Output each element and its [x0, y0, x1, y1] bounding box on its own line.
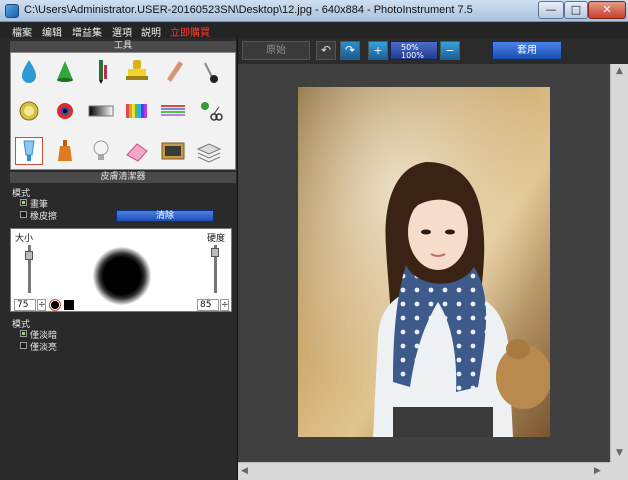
scroll-right-icon[interactable]: ▶	[594, 466, 601, 476]
minimize-button[interactable]: —	[538, 1, 564, 19]
hardness-spin-icon[interactable]: ÷	[220, 299, 229, 311]
portrait-photo	[298, 87, 550, 437]
water-drop-icon[interactable]	[15, 57, 43, 85]
eye-icon[interactable]	[51, 97, 79, 125]
menu-options[interactable]: 選項	[112, 24, 132, 39]
palette-stripes-icon[interactable]	[159, 97, 187, 125]
vase-icon[interactable]	[51, 137, 79, 165]
zoom-in-icon[interactable]: +	[368, 41, 388, 60]
brush-mode-radio[interactable]	[20, 199, 27, 206]
undo-icon[interactable]: ↶	[316, 41, 336, 60]
nail-file-icon[interactable]	[159, 57, 187, 85]
mode2-label: 模式	[12, 320, 31, 330]
zoom-preset-control[interactable]: 50% 100%	[390, 41, 438, 60]
tools-grid	[10, 52, 236, 170]
eraser-mode-radio[interactable]	[20, 211, 27, 218]
zoom-out-icon[interactable]: −	[440, 41, 460, 60]
pencil-brush-icon[interactable]	[87, 57, 115, 85]
menu-help[interactable]: 説明	[141, 24, 161, 39]
cone-icon[interactable]	[51, 57, 79, 85]
window-title: C:\Users\Administrator.USER-20160523SN\D…	[24, 4, 473, 16]
layers-icon[interactable]	[195, 137, 223, 165]
vertical-scrollbar[interactable]: ▲ ▼	[610, 64, 628, 462]
photo-frame-icon[interactable]	[159, 137, 187, 165]
size-label: 大小	[15, 234, 34, 244]
left-panel: 工具 皮膚清潔器 模式 畫筆 橡皮擦 清除 大小 硬度 75 ÷ 85 ÷ 模式…	[0, 38, 238, 480]
eraser-mode-label: 橡皮擦	[30, 212, 58, 222]
scroll-corner	[610, 462, 628, 480]
redo-icon[interactable]: ↷	[340, 41, 360, 60]
bulb-icon[interactable]	[87, 137, 115, 165]
mode-label: 模式	[12, 189, 31, 199]
scroll-down-icon[interactable]: ▼	[616, 448, 623, 458]
maximize-button[interactable]: □	[564, 1, 588, 19]
menu-addons[interactable]: 增益集	[72, 24, 102, 39]
menu-file[interactable]: 檔案	[12, 24, 32, 39]
stamp-icon[interactable]	[123, 57, 151, 85]
color-bars-icon[interactable]	[123, 97, 151, 125]
tools-header: 工具	[10, 41, 236, 52]
paint-tube-icon[interactable]	[15, 137, 43, 165]
size-value-input[interactable]: 75	[14, 299, 36, 311]
scroll-up-icon[interactable]: ▲	[616, 66, 623, 76]
original-button[interactable]: 原始	[242, 41, 310, 60]
hard-brush-icon[interactable]	[64, 300, 74, 310]
horizontal-scrollbar[interactable]: ◀ ▶	[238, 462, 610, 480]
close-button[interactable]: ✕	[588, 1, 626, 19]
soft-brush-icon[interactable]	[49, 299, 61, 311]
lemon-icon[interactable]	[15, 97, 43, 125]
lighten-only-radio[interactable]	[20, 342, 27, 349]
clear-button[interactable]: 清除	[116, 210, 214, 222]
zoom-100-label[interactable]: 100%	[401, 51, 424, 60]
apply-button[interactable]: 套用	[492, 41, 562, 60]
brush-settings: 大小 硬度 75 ÷ 85 ÷	[10, 228, 232, 312]
brush-preview	[93, 247, 151, 305]
scroll-left-icon[interactable]: ◀	[241, 466, 248, 476]
eraser-icon[interactable]	[123, 137, 151, 165]
lighten-only-label: 僅淡亮	[30, 343, 58, 353]
hardness-value-input[interactable]: 85	[197, 299, 219, 311]
image-toolbar: 原始 ↶ ↷ + 50% 100% − 套用	[238, 38, 628, 64]
darken-only-radio[interactable]	[20, 330, 27, 337]
menu-edit[interactable]: 编辑	[42, 24, 62, 39]
menu-bar: 檔案 编辑 增益集 選項 説明 立即購買	[0, 22, 628, 39]
skin-cleaner-header: 皮膚清潔器	[10, 172, 236, 183]
menu-buy-now[interactable]: 立即購買	[170, 24, 210, 39]
pin-icon[interactable]	[195, 57, 223, 85]
app-icon	[5, 4, 19, 18]
hardness-label: 硬度	[207, 234, 226, 244]
clone-scissors-icon[interactable]	[195, 97, 223, 125]
size-spin-icon[interactable]: ÷	[37, 299, 46, 311]
hardness-slider-thumb[interactable]	[211, 248, 219, 257]
title-bar: C:\Users\Administrator.USER-20160523SN\D…	[0, 0, 628, 22]
size-slider-thumb[interactable]	[25, 251, 33, 260]
gradient-bar-icon[interactable]	[87, 97, 115, 125]
